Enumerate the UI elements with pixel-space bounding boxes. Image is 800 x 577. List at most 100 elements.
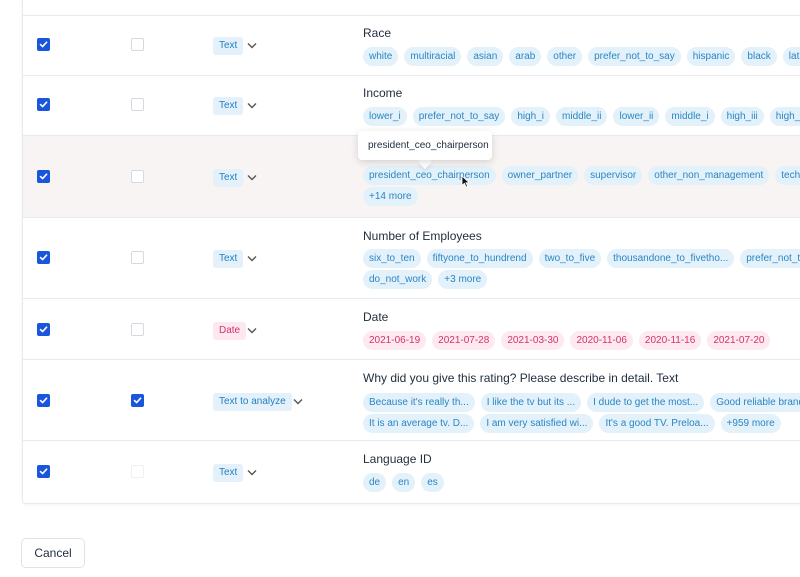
column-title: Why did you give this rating? Please des… [363,371,679,385]
include-checkbox[interactable] [37,38,50,51]
chevron-down-icon[interactable] [247,327,257,334]
table-row-income: Text Income lower_i prefer_not_to_say hi… [23,75,800,135]
value-chip: I am very satisfied wi... [480,414,594,433]
value-chip: supervisor [584,166,643,185]
value-chips: de en es [363,473,444,492]
type-select[interactable]: Text [213,37,244,55]
value-chip: six_to_ten [363,249,421,268]
value-chips: Because it's really th... I like the tv … [363,393,800,412]
value-chip: high_iii [720,107,764,126]
value-chip: prefer_not_to_say [412,107,506,126]
analyze-checkbox[interactable] [131,38,144,51]
more-values-chip[interactable]: +959 more [720,414,781,433]
column-title: Number of Employees [363,229,482,243]
table-row-race: Text Race white multiracial asian arab o… [23,15,800,75]
more-values-chip[interactable]: +3 more [438,270,488,289]
chevron-down-icon[interactable] [247,255,257,262]
value-chips: six_to_ten fiftyone_to_hundrend two_to_f… [363,249,800,268]
value-chip: technical_st [775,166,800,185]
check-icon [39,254,48,261]
include-checkbox[interactable] [37,465,50,478]
value-chip: high_ii [769,107,800,126]
value-chip: 2021-03-30 [501,331,565,350]
value-chip: It is an average tv. D... [363,414,475,433]
type-select[interactable]: Text to analyze [213,393,292,411]
value-chip: 2021-06-19 [363,331,427,350]
value-chip: high_i [511,107,551,126]
cancel-button[interactable]: Cancel [21,538,85,568]
value-chip: do_not_work [363,270,433,289]
value-chips: lower_i prefer_not_to_say high_i middle_… [363,107,800,126]
value-chip: arab [509,47,542,66]
value-chip: lower_ii [613,107,660,126]
value-chip[interactable]: president_ceo_chairperson [363,166,496,185]
value-chip: I like the tv but its ... [480,393,582,412]
value-chip: two_to_five [538,249,602,268]
value-tooltip: president_ceo_chairperson [358,131,492,160]
more-values-chip[interactable]: +14 more [363,187,418,206]
column-title: Race [363,26,392,40]
column-title: Language ID [363,452,432,466]
include-checkbox[interactable] [37,394,50,407]
include-checkbox[interactable] [37,323,50,336]
analyze-checkbox[interactable] [131,170,144,183]
column-title: Income [363,86,403,100]
value-chips-line2: +14 more [363,187,418,206]
check-icon [39,326,48,333]
columns-table: Text Race white multiracial asian arab o… [22,0,800,504]
value-chip: en [392,473,416,492]
column-title: Date [363,310,389,324]
chevron-down-icon[interactable] [247,42,257,49]
value-chips-line2: It is an average tv. D... I am very sati… [363,414,781,433]
chevron-down-icon[interactable] [293,398,303,405]
value-chip: 2020-11-16 [638,331,702,350]
value-chip: fiftyone_to_hundrend [426,249,533,268]
value-chip: middle_i [665,107,715,126]
value-chip: hispanic [686,47,736,66]
check-icon [39,101,48,108]
type-select[interactable]: Text [213,250,244,268]
value-chip: asian [467,47,504,66]
type-select[interactable]: Text [213,97,244,115]
value-chip: black [741,47,777,66]
table-row-language-id: Text Language ID de en es [23,440,800,503]
check-icon [39,397,48,404]
type-select[interactable]: Date [213,322,247,340]
value-chip: latino [782,47,800,66]
value-chip: 2021-07-28 [432,331,496,350]
include-checkbox[interactable] [37,251,50,264]
chevron-down-icon[interactable] [247,174,257,181]
value-chip: 2020-11-06 [570,331,633,350]
include-checkbox[interactable] [37,170,50,183]
chevron-down-icon[interactable] [247,102,257,109]
check-icon [39,41,48,48]
value-chip: prefer_not_to_say [588,47,681,66]
value-chip: de [363,473,387,492]
include-checkbox[interactable] [37,98,50,111]
table-row-rating-reason: Text to analyze Why did you give this ra… [23,359,800,440]
table-row-number-of-employees: Text Number of Employees six_to_ten fift… [23,217,800,298]
value-chips-line2: do_not_work +3 more [363,270,488,289]
chevron-down-icon[interactable] [247,469,257,476]
value-chip: Because it's really th... [363,393,475,412]
analyze-checkbox[interactable] [131,98,144,111]
value-chip: other [547,47,583,66]
check-icon [133,397,142,404]
value-chip: 2021-07-20 [707,331,771,350]
value-chip: Good reliable brand [710,393,800,412]
analyze-checkbox[interactable] [131,251,144,264]
value-chip: multiracial [404,47,462,66]
value-chip: white [363,47,399,66]
analyze-checkbox[interactable] [131,394,144,407]
table-row-date: Date Date 2021-06-19 2021-07-28 2021-03-… [23,298,800,359]
analyze-checkbox[interactable] [131,323,144,336]
check-icon [39,173,48,180]
mouse-pointer-icon [461,175,470,188]
type-select[interactable]: Text [213,464,244,482]
value-chip: thousandone_to_fivetho... [607,249,735,268]
type-select[interactable]: Text [213,169,244,187]
value-chips: 2021-06-19 2021-07-28 2021-03-30 2020-11… [363,331,771,350]
analyze-checkbox[interactable] [131,465,144,478]
value-chip: It's a good TV. Preloa... [599,414,715,433]
check-icon [39,468,48,475]
